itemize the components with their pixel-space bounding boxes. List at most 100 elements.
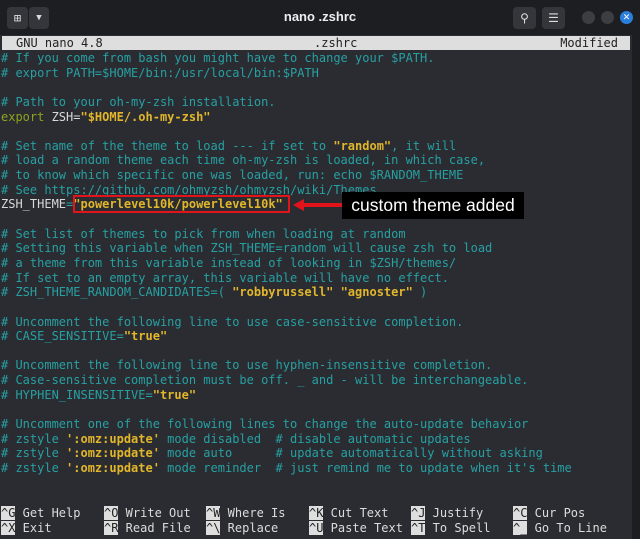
shortcut-write-out[interactable]: ^O Write Out xyxy=(104,506,191,521)
scrollbar[interactable] xyxy=(632,35,640,539)
minimize-button[interactable] xyxy=(582,11,595,24)
code-line: # to know which specific one was loaded,… xyxy=(1,168,631,183)
arrow-icon xyxy=(293,199,343,211)
modified-status: Modified xyxy=(560,36,618,50)
shortcut-label: Cur Pos xyxy=(527,506,586,520)
shortcut-exit[interactable]: ^X Exit xyxy=(1,521,52,536)
shortcut-key: ^\ xyxy=(206,521,221,535)
code-token: "robbyrussell" xyxy=(232,285,334,300)
code-token: # Setting this variable when ZSH_THEME=r… xyxy=(1,241,493,256)
code-token: # Uncomment the following line to use hy… xyxy=(1,358,493,373)
code-line: # zstyle ':omz:update' mode disabled # d… xyxy=(1,432,631,447)
shortcut-row: ^X Exit ^R Read File ^\ Replace ^U Paste Te… xyxy=(1,521,631,536)
code-token: "$HOME/.oh-my-zsh" xyxy=(80,109,211,124)
shortcut-read-file[interactable]: ^R Read File xyxy=(104,521,191,536)
code-token: # zstyle xyxy=(1,446,67,461)
code-token: mode reminder # just remind me to update… xyxy=(159,460,572,475)
code-line: # If set to an empty array, this variabl… xyxy=(1,271,631,286)
shortcut-justify[interactable]: ^J Justify xyxy=(411,506,483,521)
code-token: # If set to an empty array, this variabl… xyxy=(1,270,449,285)
code-token: # CASE_SENSITIVE= xyxy=(1,329,124,344)
code-line: # Set name of the theme to load --- if s… xyxy=(1,139,631,154)
code-token: # zstyle xyxy=(1,431,67,446)
maximize-button[interactable] xyxy=(601,11,614,24)
code-token: ':omz:update' xyxy=(66,460,160,475)
code-token: "true" xyxy=(123,329,168,344)
code-line: # zstyle ':omz:update' mode reminder # j… xyxy=(1,461,631,476)
shortcut-to-spell[interactable]: ^T To Spell xyxy=(411,521,490,536)
shortcut-key: ^G xyxy=(1,506,16,520)
code-token: "true" xyxy=(152,387,197,402)
close-button[interactable]: ✕ xyxy=(620,11,633,24)
code-token: "agnoster" xyxy=(340,285,413,300)
shortcut-where-is[interactable]: ^W Where Is xyxy=(206,506,285,521)
code-token: mode disabled # disable automatic update… xyxy=(159,431,471,446)
code-line: # Case-sensitive completion must be off.… xyxy=(1,373,631,388)
code-line: # Set list of themes to pick from when l… xyxy=(1,227,631,242)
code-token: # Uncomment one of the following lines t… xyxy=(1,417,529,432)
close-icon: ✕ xyxy=(622,12,631,23)
shortcut-key: ^W xyxy=(206,506,221,520)
shortcut-label: Go To Line xyxy=(527,521,607,535)
code-token: export xyxy=(1,109,52,124)
shortcut-label: Paste Text xyxy=(323,521,403,535)
shortcut-label: Read File xyxy=(118,521,191,535)
hamburger-icon: ☰ xyxy=(548,11,559,25)
shortcut-cut-text[interactable]: ^K Cut Text xyxy=(309,506,388,521)
editor-text-area[interactable]: # If you come from bash you might have t… xyxy=(1,51,631,476)
shortcut-key: ^_ xyxy=(513,521,528,535)
code-line: # a theme from this variable instead of … xyxy=(1,256,631,271)
title-bar: ⊞ ▼ nano .zshrc ⚲ ☰ ✕ xyxy=(0,0,640,35)
code-token: ZSH_THEME xyxy=(1,197,67,212)
code-token: # to know which specific one was loaded,… xyxy=(1,168,464,183)
menu-button[interactable]: ☰ xyxy=(542,7,565,29)
code-token: # ZSH_THEME_RANDOM_CANDIDATES=( xyxy=(1,285,233,300)
code-token: # HYPHEN_INSENSITIVE= xyxy=(1,387,153,402)
shortcut-paste-text[interactable]: ^U Paste Text xyxy=(309,521,403,536)
shortcut-label: Justify xyxy=(425,506,484,520)
code-token: , it will xyxy=(391,138,457,153)
code-token: ':omz:update' xyxy=(66,431,160,446)
shortcut-cur-pos[interactable]: ^C Cur Pos xyxy=(513,506,585,521)
code-line: # Setting this variable when ZSH_THEME=r… xyxy=(1,241,631,256)
shortcut-bar: ^G Get Help ^O Write Out ^W Where Is ^K Cut… xyxy=(1,506,631,536)
code-line: # Uncomment the following line to use ca… xyxy=(1,315,631,330)
code-line: # HYPHEN_INSENSITIVE="true" xyxy=(1,388,631,403)
nano-version: GNU nano 4.8 xyxy=(16,36,103,50)
shortcut-replace[interactable]: ^\ Replace xyxy=(206,521,278,536)
code-token: ZSH= xyxy=(51,109,81,124)
search-button[interactable]: ⚲ xyxy=(513,7,536,29)
code-line: # zstyle ':omz:update' mode auto # updat… xyxy=(1,446,631,461)
shortcut-key: ^T xyxy=(411,521,426,535)
code-token: # Set list of themes to pick from when l… xyxy=(1,226,406,241)
code-line: # Path to your oh-my-zsh installation. xyxy=(1,95,631,110)
file-name: .zshrc xyxy=(314,36,358,50)
code-line: export ZSH="$HOME/.oh-my-zsh" xyxy=(1,110,631,125)
shortcut-label: Exit xyxy=(15,521,52,535)
shortcut-label: Replace xyxy=(220,521,279,535)
shortcut-key: ^J xyxy=(411,506,426,520)
code-token: # If you come from bash you might have t… xyxy=(1,51,435,65)
shortcut-label: Cut Text xyxy=(323,506,389,520)
annotation-label: custom theme added xyxy=(342,192,524,219)
nano-header: GNU nano 4.8 .zshrc Modified xyxy=(2,36,630,50)
shortcut-row: ^G Get Help ^O Write Out ^W Where Is ^K Cut… xyxy=(1,506,631,521)
code-token: # zstyle xyxy=(1,460,67,475)
shortcut-key: ^X xyxy=(1,521,16,535)
shortcut-go-to-line[interactable]: ^_ Go To Line xyxy=(513,521,607,536)
code-token: "random" xyxy=(333,138,392,153)
highlight-box xyxy=(73,195,290,213)
code-line: # Uncomment one of the following lines t… xyxy=(1,417,631,432)
code-token: ) xyxy=(412,285,428,300)
shortcut-get-help[interactable]: ^G Get Help xyxy=(1,506,80,521)
code-token: # Case-sensitive completion must be off.… xyxy=(1,373,529,388)
shortcut-key: ^R xyxy=(104,521,119,535)
code-token: # export PATH=$HOME/bin:/usr/local/bin:$… xyxy=(1,65,319,80)
code-line: # If you come from bash you might have t… xyxy=(1,51,631,66)
code-token: # a theme from this variable instead of … xyxy=(1,255,457,270)
shortcut-label: To Spell xyxy=(425,521,491,535)
